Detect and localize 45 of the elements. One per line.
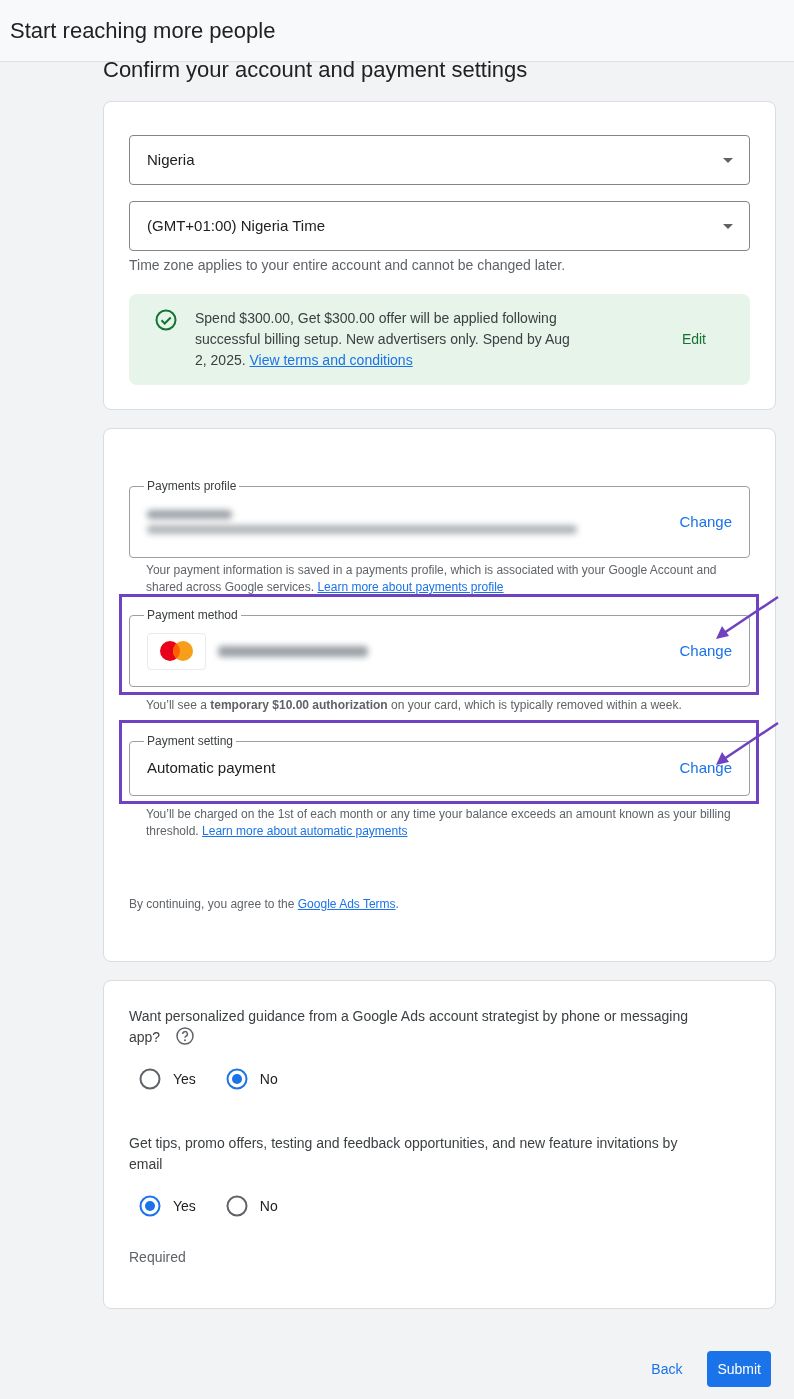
- radio-label: No: [259, 1069, 278, 1089]
- page-title: Start reaching more people: [10, 17, 276, 45]
- back-button[interactable]: Back: [651, 1351, 683, 1387]
- dropdown-field[interactable]: (GMT+01:00) Nigeria Time: [129, 201, 750, 251]
- field-label: Payments profile: [144, 478, 240, 494]
- dropdown-field[interactable]: Nigeria: [129, 135, 750, 185]
- dropdown-value: (GMT+01:00) Nigeria Time: [147, 215, 325, 236]
- radio-label: Yes: [173, 1196, 196, 1216]
- required-text: Required: [129, 1248, 187, 1267]
- field-value: Automatic payment: [147, 758, 276, 779]
- question-text: Get tips, promo offers, testing and feedback opportunities, and new feature invitations by email: [129, 1134, 679, 1174]
- radio-option[interactable]: Yes: [139, 1195, 196, 1217]
- radio-label: No: [259, 1196, 278, 1216]
- submit-button[interactable]: Submit: [707, 1351, 771, 1387]
- offer-text: Spend $300.00, Get $300.00 offer will be applied following successful billing setup. New advertisers only. Spend by Aug 2, 2025. View terms and conditions: [195, 309, 571, 370]
- terms-link[interactable]: Google Ads Terms: [297, 897, 396, 911]
- note-text: You’ll be charged on the 1st of each month or any time your balance exceeds an amount known as your billing threshold. Learn more about automatic payments: [145, 806, 732, 840]
- radio-button[interactable]: [139, 1195, 161, 1217]
- terms-link[interactable]: View terms and conditions: [249, 352, 413, 368]
- radio-button[interactable]: [225, 1195, 248, 1217]
- field-label: Payment setting: [144, 733, 237, 749]
- radio-button[interactable]: [139, 1068, 161, 1090]
- note-text: You’ll see a temporary $10.00 authorization on your card, which is typically removed within a week.: [145, 697, 683, 714]
- check-circle-icon: [155, 309, 177, 331]
- change-button[interactable]: Change: [679, 510, 732, 534]
- mastercard-icon: [160, 641, 193, 661]
- dropdown-arrow-icon: [723, 157, 733, 163]
- radio-option[interactable]: Yes: [139, 1068, 196, 1090]
- note-text: Your payment information is saved in a payments profile, which is associated with your Google Account and shared across Google services. Learn more about payments profile: [145, 562, 718, 596]
- section-heading: Confirm your account and payment settings: [103, 56, 529, 84]
- field-label: Payment method: [144, 607, 241, 623]
- change-button[interactable]: Change: [679, 757, 732, 780]
- radio-button[interactable]: [225, 1068, 248, 1090]
- hint-text: Time zone applies to your entire account and cannot be changed later.: [129, 256, 567, 275]
- radio-option[interactable]: No: [225, 1068, 278, 1090]
- change-button[interactable]: Change: [679, 639, 732, 663]
- learn-more-link[interactable]: Learn more about payments profile: [317, 580, 504, 594]
- dropdown-value: Nigeria: [147, 149, 195, 170]
- radio-option[interactable]: No: [225, 1195, 278, 1217]
- question-text: Want personalized guidance from a Google Ads account strategist by phone or messaging app?: [129, 1007, 689, 1047]
- terms-text: By continuing, you agree to the Google Ads Terms.: [129, 896, 400, 913]
- learn-more-link[interactable]: Learn more about automatic payments: [202, 824, 408, 838]
- radio-label: Yes: [173, 1069, 196, 1089]
- dropdown-arrow-icon: [723, 223, 733, 229]
- edit-button[interactable]: Edit: [681, 329, 706, 350]
